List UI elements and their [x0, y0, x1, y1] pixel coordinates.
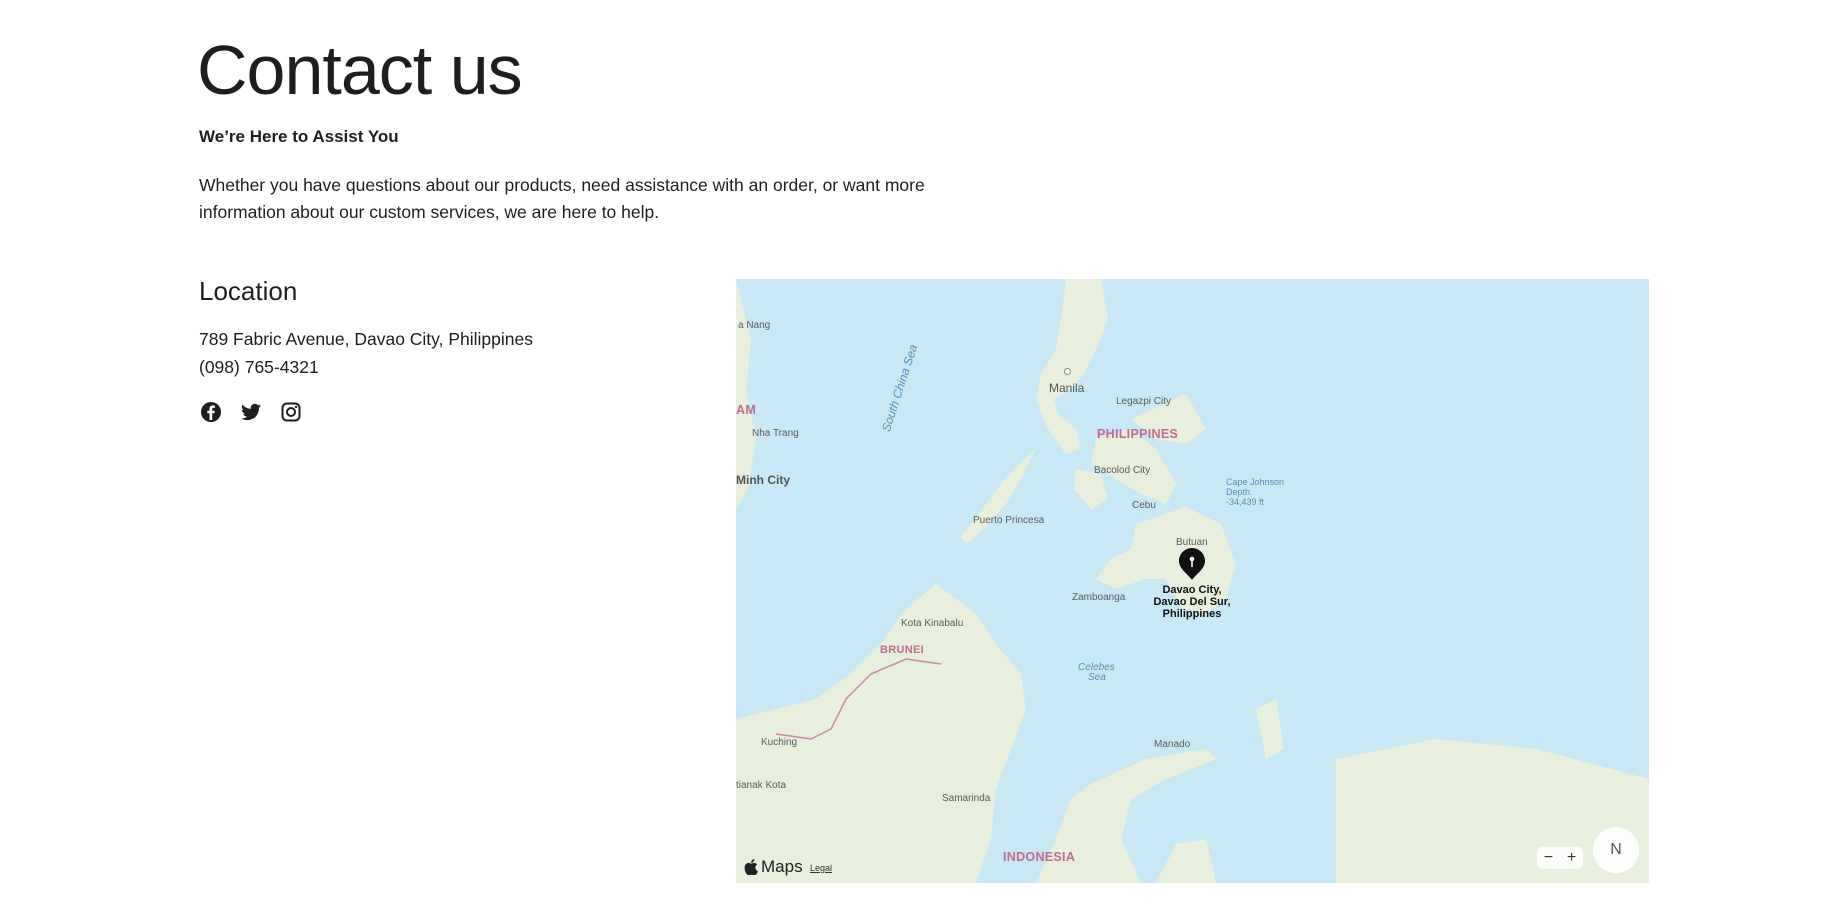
legal-link[interactable]: Legal	[810, 863, 832, 873]
map-label-da-nang: a Nang	[738, 320, 771, 331]
location-heading: Location	[199, 276, 298, 306]
map-label-legazpi: Legazpi City	[1116, 396, 1172, 407]
map-label-samarinda: Samarinda	[942, 793, 991, 804]
map-label-depth: Depth	[1226, 487, 1251, 497]
map-label-kota-kinabalu: Kota Kinabalu	[901, 618, 964, 629]
zoom-out-button[interactable]: −	[1544, 849, 1553, 867]
compass-label: N	[1610, 841, 1622, 858]
zoom-in-button[interactable]: +	[1567, 849, 1576, 867]
map-label-manila: Manila	[1049, 381, 1085, 395]
location-pin-icon[interactable]	[1178, 547, 1206, 581]
instagram-icon[interactable]	[279, 400, 303, 424]
map-label-kuching: Kuching	[761, 737, 798, 748]
maps-brand-text: Maps	[761, 857, 803, 876]
twitter-icon[interactable]	[239, 400, 263, 424]
map-label-cape-johnson: Cape Johnson	[1226, 477, 1285, 487]
compass-button[interactable]: N	[1593, 827, 1639, 873]
map-label-philippines: PHILIPPINES	[1097, 427, 1179, 441]
phone-text: (098) 765-4321	[199, 357, 319, 377]
map-label-indonesia: INDONESIA	[1003, 850, 1076, 864]
map-label-am: AM	[736, 403, 757, 417]
map-label-zamboanga: Zamboanga	[1072, 592, 1126, 603]
apple-maps-logo: Maps	[744, 857, 803, 877]
intro-text: Whether you have questions about our pro…	[199, 175, 925, 222]
map-label-nha-trang: Nha Trang	[752, 428, 799, 439]
map-label-cebu: Cebu	[1132, 500, 1156, 511]
map-label-sea: Sea	[1088, 672, 1106, 683]
pin-label: Davao City, Davao Del Sur, Philippines	[1153, 584, 1231, 620]
zoom-controls: − +	[1537, 847, 1583, 869]
map-background	[736, 279, 1649, 883]
page-subtitle: We’re Here to Assist You	[199, 127, 399, 146]
map-label-bacolod: Bacolod City	[1094, 465, 1151, 476]
map-label-puerto-princesa: Puerto Princesa	[973, 515, 1045, 526]
map-dot-manila	[1064, 368, 1071, 375]
address-text: 789 Fabric Avenue, Davao City, Philippin…	[199, 329, 533, 349]
page-title: Contact us	[197, 31, 523, 109]
map-label-hcm: Minh City	[736, 473, 790, 487]
location-map[interactable]: a Nang South China Sea Manila AM Legazpi…	[736, 279, 1649, 883]
apple-icon	[744, 859, 758, 875]
map-label-pontianak: tianak Kota	[736, 780, 787, 791]
social-links	[199, 400, 303, 424]
map-label-manado: Manado	[1154, 739, 1191, 750]
facebook-icon[interactable]	[199, 400, 223, 424]
map-label-brunei: BRUNEI	[880, 644, 924, 656]
map-label-depth-value: -34,439 ft	[1226, 497, 1265, 507]
